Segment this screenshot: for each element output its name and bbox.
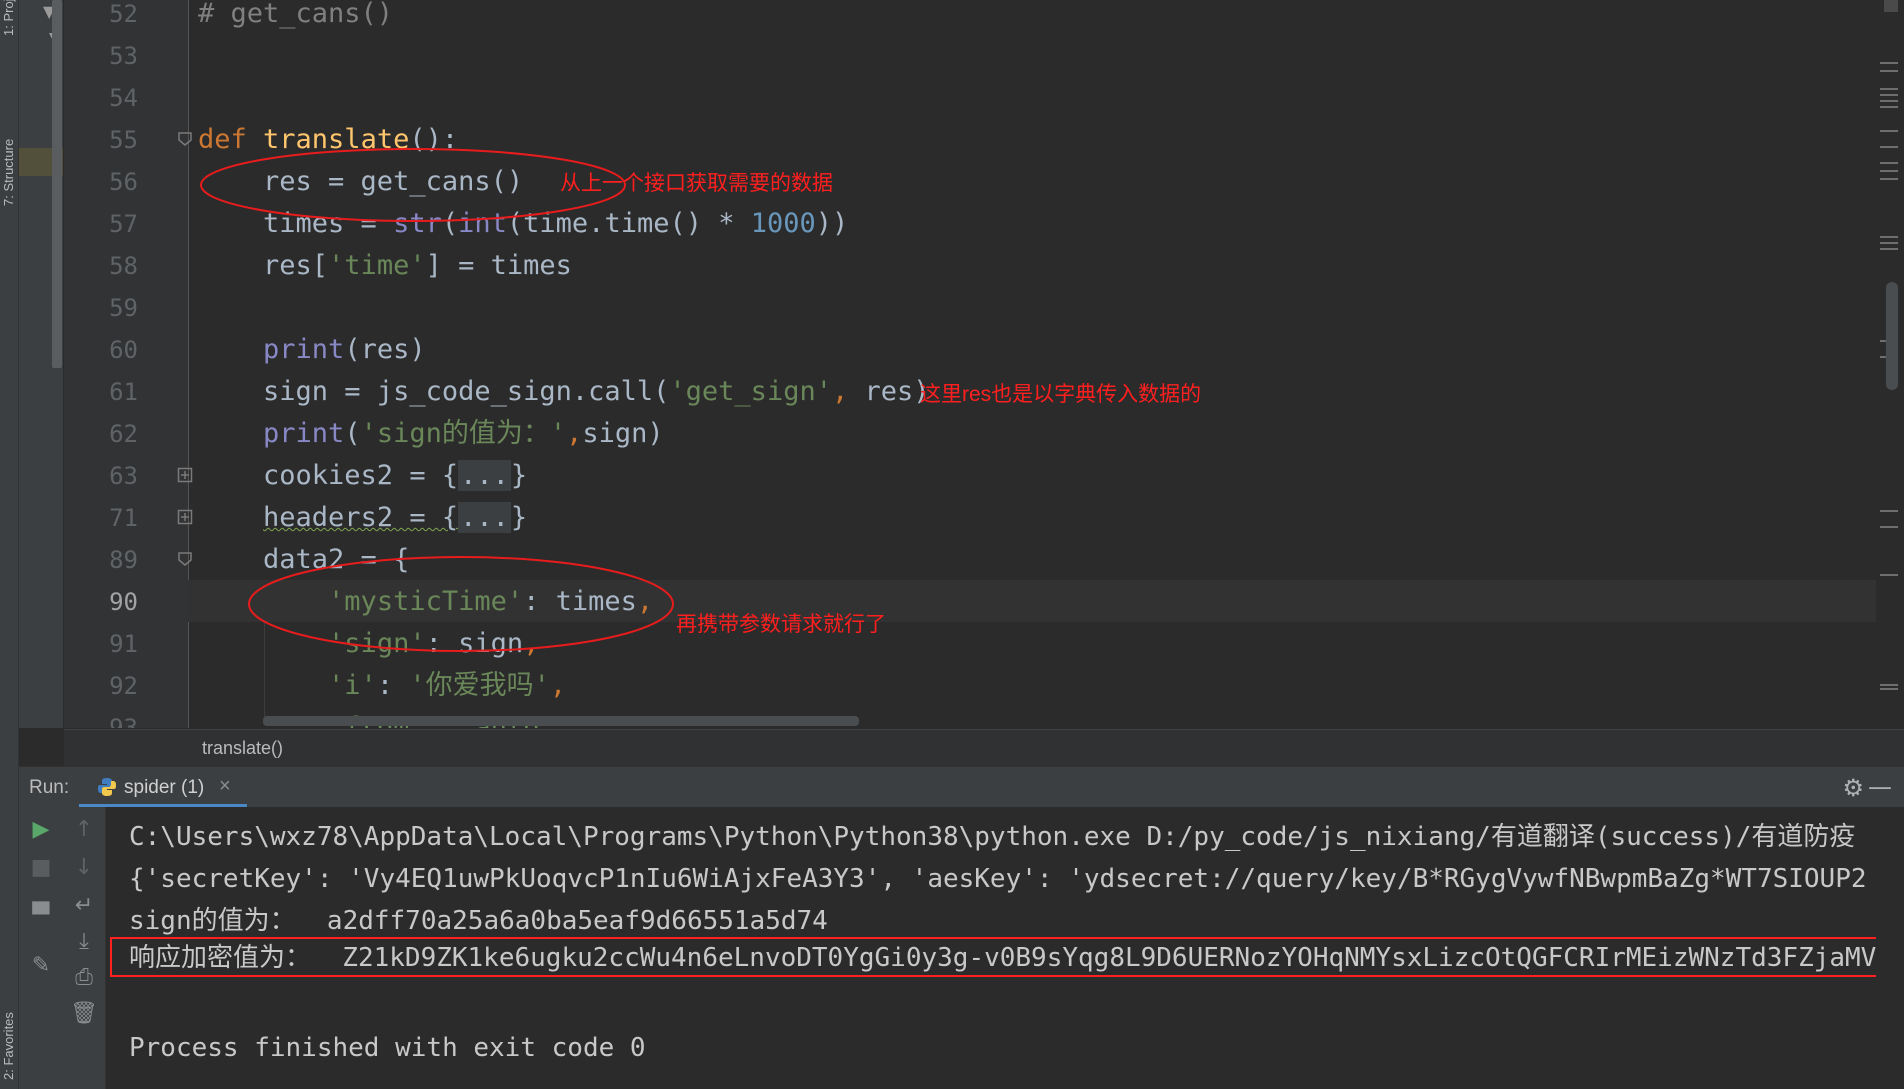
code-line-62: print('sign的值为：',sign) bbox=[263, 418, 664, 449]
code-line-63: cookies2 = {...} bbox=[198, 460, 528, 491]
code-editor[interactable]: 52 53 54 55 56 57 58 59 60 61 62 63 71 8… bbox=[64, 0, 1904, 728]
fold-collapsed-icon[interactable] bbox=[177, 509, 193, 525]
run-label: Run: bbox=[29, 777, 70, 798]
line-number: 52 bbox=[109, 0, 138, 28]
scroll-down-icon[interactable]: ↓ bbox=[63, 855, 105, 880]
line-number: 54 bbox=[109, 84, 138, 112]
line-number: 92 bbox=[109, 672, 138, 700]
run-toolbar-primary: ▶ ■ ▀ ✎ bbox=[19, 807, 63, 1089]
settings-gear-icon[interactable]: ⚙ bbox=[1842, 774, 1864, 802]
python-icon bbox=[98, 778, 116, 796]
editor-vertical-scrollbar[interactable] bbox=[1886, 282, 1898, 390]
run-tab-label: spider (1) bbox=[124, 777, 205, 798]
scroll-up-icon[interactable]: ↑ bbox=[63, 817, 105, 842]
annotation-params-note: 再携带参数请求就行了 bbox=[676, 613, 886, 636]
line-number: 59 bbox=[109, 294, 138, 322]
line-number: 60 bbox=[109, 336, 138, 364]
editor-horizontal-scrollbar[interactable] bbox=[263, 716, 859, 726]
fold-open-icon[interactable] bbox=[177, 131, 193, 147]
run-panel-header: Run: spider (1) × ⚙ — bbox=[19, 766, 1904, 807]
soft-wrap-icon[interactable]: ↵ bbox=[63, 893, 105, 918]
line-number-gutter: 52 53 54 55 56 57 58 59 60 61 62 63 71 8… bbox=[64, 0, 193, 728]
line-number: 71 bbox=[109, 504, 138, 532]
run-tab-spider[interactable]: spider (1) × bbox=[79, 767, 247, 807]
error-marker-stripe bbox=[1876, 0, 1904, 728]
line-number: 61 bbox=[109, 378, 138, 406]
project-tool-tab[interactable]: 1: Project bbox=[1, 0, 17, 36]
fold-collapsed-icon[interactable] bbox=[177, 467, 193, 483]
console-line: Process finished with exit code 0 bbox=[129, 1033, 646, 1063]
code-line-58: res['time'] = times bbox=[198, 250, 572, 281]
line-number: 91 bbox=[109, 630, 138, 658]
trash-icon[interactable]: 🗑 bbox=[63, 1001, 105, 1026]
project-scrollbar[interactable] bbox=[52, 0, 62, 368]
breadcrumb[interactable]: translate() bbox=[202, 738, 283, 759]
code-line-52: # get_cans() bbox=[198, 0, 394, 29]
current-line-number: 90 bbox=[109, 588, 138, 616]
layout-icon[interactable]: ▀ bbox=[19, 903, 63, 928]
line-number: 89 bbox=[109, 546, 138, 574]
console-output[interactable]: C:\Users\wxz78\AppData\Local\Programs\Py… bbox=[106, 807, 1876, 1089]
inspection-indicator[interactable] bbox=[1884, 0, 1898, 12]
project-panel: ▼ ▼ bbox=[19, 0, 63, 728]
annotation-highlight-box bbox=[110, 937, 1876, 977]
line-number: 53 bbox=[109, 42, 138, 70]
line-number: 93 bbox=[109, 714, 138, 728]
close-icon[interactable]: × bbox=[219, 775, 231, 798]
annotation-sign-note: 这里res也是以字典传入数据的 bbox=[920, 383, 1202, 406]
code-line-61: sign = js_code_sign.call('get_sign', res… bbox=[198, 376, 930, 407]
console-line: sign的值为： a2dff70a25a6a0ba5eaf9d66551a5d7… bbox=[129, 906, 828, 936]
annotation-res-note: 从上一个接口获取需要的数据 bbox=[560, 172, 833, 195]
pin-icon[interactable]: ✎ bbox=[19, 953, 63, 978]
line-number: 57 bbox=[109, 210, 138, 238]
line-number: 62 bbox=[109, 420, 138, 448]
code-line-92: 'i': '你爱我吗', bbox=[328, 670, 567, 701]
console-line: {'secretKey': 'Vy4EQ1uwPkUoqvcP1nIu6WiAj… bbox=[129, 864, 1867, 894]
line-number: 56 bbox=[109, 168, 138, 196]
console-line: C:\Users\wxz78\AppData\Local\Programs\Py… bbox=[129, 822, 1856, 852]
fold-open-icon[interactable] bbox=[177, 551, 193, 567]
run-toolbar-secondary: ↑ ↓ ↵ ⤓ ⎙ 🗑 bbox=[63, 807, 106, 1089]
console-scrollbar-track[interactable] bbox=[1876, 807, 1904, 1089]
code-line-60: print(res) bbox=[263, 334, 426, 365]
line-number: 58 bbox=[109, 252, 138, 280]
breadcrumb-bar: translate() bbox=[64, 729, 1904, 766]
print-icon[interactable]: ⎙ bbox=[63, 965, 105, 990]
left-tool-stripe: 1: Project 7: Structure 2: Favorites bbox=[0, 0, 19, 1089]
scroll-to-end-icon[interactable]: ⤓ bbox=[63, 929, 105, 954]
line-number: 55 bbox=[109, 126, 138, 154]
code-line-71: headers2 = {...} bbox=[263, 502, 528, 533]
line-number: 63 bbox=[109, 462, 138, 490]
run-icon[interactable]: ▶ bbox=[19, 817, 63, 842]
favorites-tool-tab[interactable]: 2: Favorites bbox=[1, 980, 17, 1080]
stop-icon[interactable]: ■ bbox=[19, 855, 63, 880]
minimize-icon[interactable]: — bbox=[1868, 773, 1892, 801]
annotation-ellipse-params bbox=[248, 556, 674, 652]
structure-tool-tab[interactable]: 7: Structure bbox=[1, 96, 17, 206]
